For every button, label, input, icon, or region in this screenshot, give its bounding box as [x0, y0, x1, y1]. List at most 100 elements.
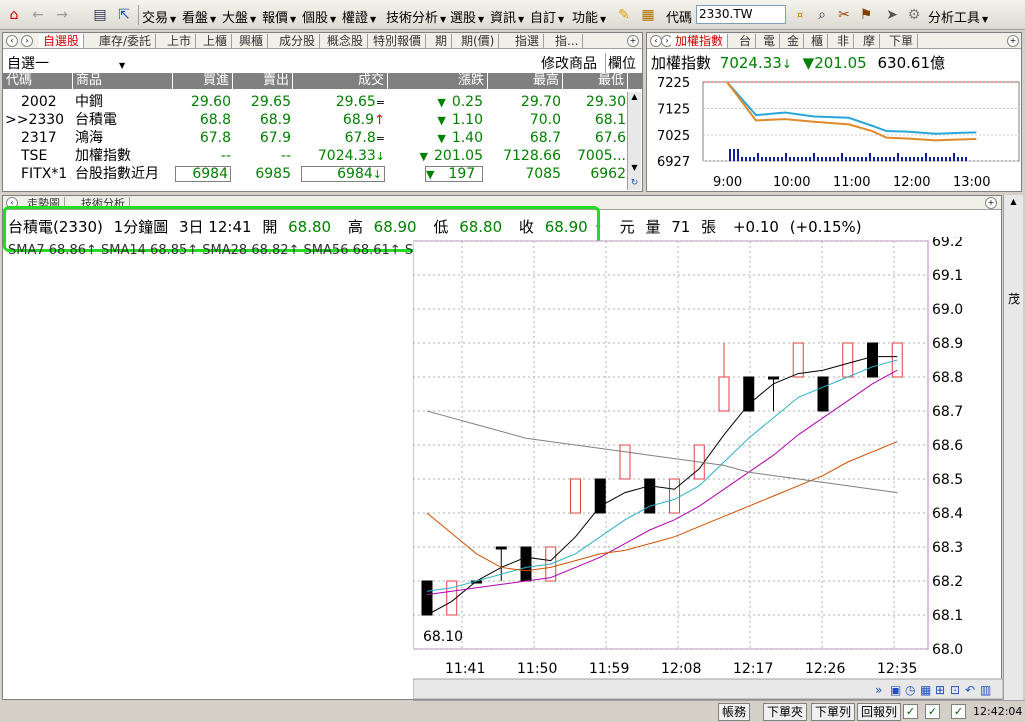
watchlist-row[interactable]: FITX*1 台股指數近月 6984 6985 6984↓ ▼ 197 7085 6962 [3, 165, 643, 183]
status-button-3[interactable]: 回報列 [857, 703, 902, 721]
analysis-tools-menu[interactable]: 分析工具 ▼ [928, 7, 988, 26]
zoom-icon[interactable]: + [627, 35, 639, 47]
watchlist-tab-1[interactable]: 庫存/委託 [95, 34, 157, 48]
calendar-icon[interactable]: ▦ [638, 5, 658, 25]
watchlist-tab-7[interactable]: 特別報價 [369, 34, 427, 48]
k-y-tick: 68.8 [932, 370, 963, 386]
col-header-change[interactable]: 漲跌 [388, 73, 488, 89]
index-tab-3[interactable]: 金 [783, 34, 805, 48]
col-header-code[interactable]: 代碼 [3, 73, 73, 89]
k-tool-icon-4[interactable]: ⊞ [935, 683, 945, 697]
watchlist-tab-6[interactable]: 概念股 [323, 34, 369, 48]
watchlist-tab-5[interactable]: 成分股 [275, 34, 321, 48]
quote-icon[interactable]: ¤ [790, 5, 810, 25]
index-chart: 7225 7125 7025 6927 9:00 10:00 11:00 12:00 13:00 [657, 76, 1020, 190]
tools-icon[interactable]: ✂ [834, 5, 854, 25]
col-header-name[interactable]: 商品 [73, 73, 173, 89]
watchlist-scrollbar[interactable]: ▲ ▼ ↻ [627, 92, 641, 190]
col-header-ask[interactable]: 賣出 [233, 73, 293, 89]
pen-icon[interactable]: ✎ [614, 5, 634, 25]
row-name: 台積電 [75, 112, 117, 128]
tab-next-icon[interactable]: › [21, 35, 33, 47]
symbol-input[interactable]: 2330.TW [696, 5, 786, 24]
search-icon[interactable]: ⌕ [812, 5, 832, 25]
index-tab-7[interactable]: 下單 [885, 34, 919, 48]
side-tool-icon[interactable]: 茂 [1008, 290, 1020, 307]
chart-zoom-icon[interactable]: + [985, 197, 997, 209]
index-tab-0[interactable]: 加權指數 [671, 34, 729, 48]
chart-tab-0[interactable]: 走勢圖 [23, 197, 65, 209]
menu-item-4[interactable]: 個股 ▼ [302, 7, 336, 26]
menu-item-7[interactable]: 選股 ▼ [450, 7, 484, 26]
col-header-high[interactable]: 最高 [488, 73, 563, 89]
checkbox-3[interactable]: ✓ [951, 704, 966, 719]
col-header-last[interactable]: 成交 [293, 73, 388, 89]
chart-side-scrollbar[interactable]: ▲ 茂 [1003, 195, 1023, 700]
row-high: 7085 [525, 166, 561, 182]
k-tool-icon-3[interactable]: ▦ [920, 683, 931, 697]
row-bid: -- [220, 148, 231, 164]
forward-icon[interactable]: → [52, 5, 72, 25]
settings-icon[interactable]: ⚙ [904, 5, 924, 25]
watchlist-tab-2[interactable]: 上市 [163, 34, 197, 48]
index-zoom-icon[interactable]: + [1007, 35, 1019, 47]
watchlist-tab-11[interactable]: 指... [551, 34, 584, 48]
watchlist-tab-3[interactable]: 上櫃 [199, 34, 233, 48]
watchlist-tab-8[interactable]: 期 [431, 34, 453, 48]
index-tab-1[interactable]: 台 [735, 34, 757, 48]
index-tab-5[interactable]: 非 [833, 34, 855, 48]
k-tool-icon-7[interactable]: ▥ [980, 683, 991, 697]
checkbox-1[interactable]: ✓ [903, 704, 918, 719]
menu-item-0[interactable]: 交易 ▼ [142, 7, 176, 26]
app-window: ⌂ ← → ▤ ⇱ 交易 ▼ 看盤 ▼ 大盤 ▼ 報價 ▼ 個股 ▼ 權證 ▼ 技術分析 ▼ 選股 ▼ 資訊 ▼ 自… [0, 0, 1025, 722]
watchlist-tab-10[interactable]: 指選 [511, 34, 545, 48]
cursor-icon[interactable]: ➤ [882, 5, 902, 25]
k-x-tick: 11:59 [589, 661, 629, 677]
status-button-2[interactable]: 下單列 [811, 703, 856, 721]
watchlist-tab-4[interactable]: 興櫃 [235, 34, 269, 48]
k-tool-icon-5[interactable]: ⊡ [950, 683, 960, 697]
open-label: 開 [262, 218, 278, 236]
watchlist-row[interactable]: 2002 中鋼 29.60 29.65 29.65= ▼ 0.25 29.70 29.30 [3, 93, 643, 111]
print-icon[interactable]: ▤ [90, 5, 110, 25]
group-selector[interactable]: 自選一 ▼ [7, 53, 125, 73]
watchlist-tab-9[interactable]: 期(價) [457, 34, 500, 48]
menu-item-1[interactable]: 看盤 ▼ [182, 7, 216, 26]
status-button-1[interactable]: 下單夾 [763, 703, 808, 721]
watchlist-row[interactable]: TSE 加權指數 -- -- 7024.33↓ ▼ 201.05 7128.66 7005... [3, 147, 643, 165]
col-header-low[interactable]: 最低 [563, 73, 628, 89]
index-volume-bar [749, 157, 751, 161]
k-tool-icon-6[interactable]: ↶ [965, 683, 975, 697]
menu-item-5[interactable]: 權證 ▼ [342, 7, 376, 26]
menu-item-2[interactable]: 大盤 ▼ [222, 7, 256, 26]
index-volume-bar [861, 157, 863, 161]
watchlist-row[interactable]: 2317 鴻海 67.8 67.9 67.8= ▼ 1.40 68.7 67.6 [3, 129, 643, 147]
chart-tab-prev-icon[interactable]: ‹ [6, 197, 18, 209]
home-icon[interactable]: ⌂ [4, 5, 24, 25]
status-button-0[interactable]: 帳務 [718, 703, 751, 721]
columns-button[interactable]: 欄位 [605, 53, 636, 73]
watchlist-row[interactable]: >>2330 台積電 68.8 68.9 68.9↑ ▼ 1.10 70.0 68.1 [3, 111, 643, 129]
popout-icon[interactable]: ⇱ [114, 5, 134, 25]
edit-items-button[interactable]: 修改商品 [541, 53, 597, 73]
k-tool-icon-1[interactable]: ▣ [890, 683, 901, 697]
alert-icon[interactable]: ⚑ [856, 5, 876, 25]
main-toolbar: ⌂ ← → ▤ ⇱ 交易 ▼ 看盤 ▼ 大盤 ▼ 報價 ▼ 個股 ▼ 權證 ▼ 技術分析 ▼ 選股 ▼ 資訊 ▼ 自… [0, 0, 1025, 30]
back-icon[interactable]: ← [28, 5, 48, 25]
index-tab-6[interactable]: 摩 [859, 34, 881, 48]
index-tab-4[interactable]: 櫃 [807, 34, 829, 48]
menu-item-3[interactable]: 報價 ▼ [262, 7, 296, 26]
chart-tab-1[interactable]: 技術分析 [77, 197, 130, 209]
index-tab-2[interactable]: 電 [759, 34, 781, 48]
index-y-tick: 7225 [657, 76, 690, 91]
tab-prev-icon[interactable]: ‹ [6, 35, 18, 47]
menu-item-9[interactable]: 自訂 ▼ [530, 7, 564, 26]
checkbox-2[interactable]: ✓ [925, 704, 940, 719]
watchlist-tab-0[interactable]: 自選股 [39, 34, 85, 48]
k-tool-icon-0[interactable]: » [875, 683, 882, 697]
k-tool-icon-2[interactable]: ◷ [905, 683, 916, 697]
menu-item-8[interactable]: 資訊 ▼ [490, 7, 524, 26]
menu-item-6[interactable]: 技術分析 ▼ [386, 7, 446, 26]
menu-item-10[interactable]: 功能 ▼ [572, 7, 606, 26]
col-header-bid[interactable]: 買進 [173, 73, 233, 89]
